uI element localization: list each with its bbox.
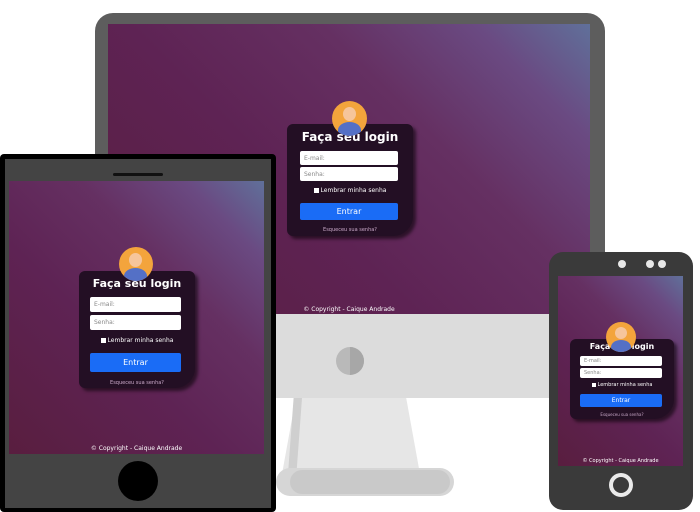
copyright-footer: © Copyright - Caique Andrade xyxy=(582,458,659,464)
remember-label: Lembrar minha senha xyxy=(107,337,174,344)
remember-label: Lembrar minha senha xyxy=(597,382,653,388)
password-input[interactable] xyxy=(300,167,398,181)
tablet-screen: Faça seu login Lembrar minha senha Entra… xyxy=(9,181,264,454)
phone-home-button[interactable] xyxy=(609,473,633,497)
login-card: Faça seu login Lembrar minha senha Entra… xyxy=(79,271,195,388)
monitor-logo-icon xyxy=(336,347,364,375)
login-card: Faça seu login Lembrar minha senha Entra… xyxy=(287,124,413,236)
desktop-monitor-base-inner xyxy=(290,470,450,494)
forgot-password-link[interactable]: Esqueceu sua senha? xyxy=(570,412,674,417)
phone-screen: Faça seu login Lembrar minha senha Entra… xyxy=(558,276,683,466)
phone-sensor xyxy=(646,260,654,268)
remember-checkbox[interactable] xyxy=(591,382,596,387)
user-avatar-icon xyxy=(606,322,636,352)
email-input[interactable] xyxy=(300,151,398,165)
remember-checkbox[interactable] xyxy=(313,188,319,193)
forgot-password-link[interactable]: Esqueceu sua senha? xyxy=(79,380,195,386)
tablet-speaker xyxy=(113,173,163,176)
user-avatar-icon xyxy=(332,101,367,136)
phone-camera xyxy=(618,260,626,268)
desktop-monitor-stand xyxy=(282,398,420,474)
remember-row: Lembrar minha senha xyxy=(570,382,674,388)
password-input[interactable] xyxy=(90,315,181,330)
forgot-password-link[interactable]: Esqueceu sua senha? xyxy=(287,227,413,233)
remember-row: Lembrar minha senha xyxy=(79,337,195,344)
user-avatar-icon xyxy=(119,247,153,281)
email-input[interactable] xyxy=(90,297,181,312)
submit-button[interactable]: Entrar xyxy=(90,353,181,372)
submit-button[interactable]: Entrar xyxy=(580,394,662,407)
tablet-home-button[interactable] xyxy=(118,461,158,501)
copyright-footer: © Copyright - Caique Andrade xyxy=(90,445,183,452)
phone-sensor xyxy=(658,260,666,268)
remember-checkbox[interactable] xyxy=(100,338,106,343)
email-input[interactable] xyxy=(580,356,662,366)
submit-button[interactable]: Entrar xyxy=(300,203,398,220)
remember-label: Lembrar minha senha xyxy=(320,187,387,194)
remember-row: Lembrar minha senha xyxy=(287,187,413,194)
password-input[interactable] xyxy=(580,368,662,378)
